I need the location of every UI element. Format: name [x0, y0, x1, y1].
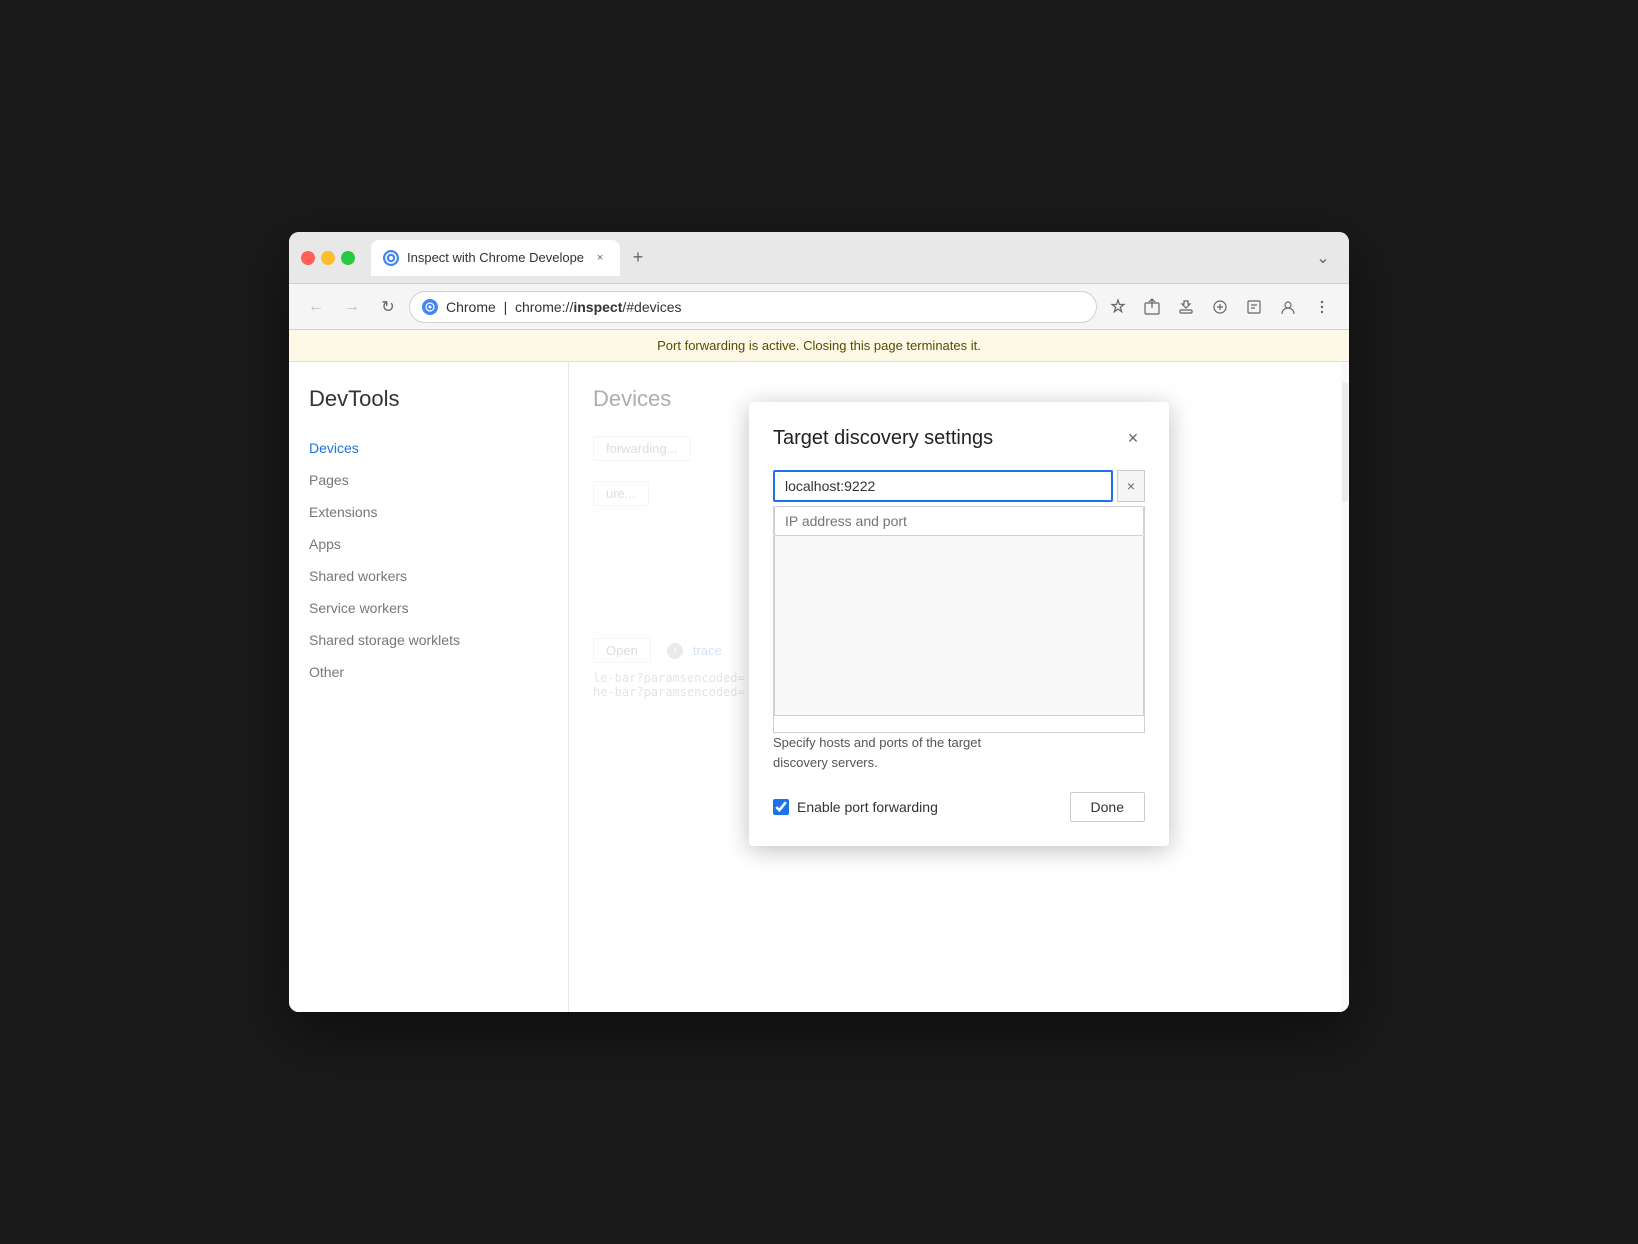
- sidebar-item-other[interactable]: Other: [289, 656, 568, 688]
- dialog-close-button[interactable]: ×: [1121, 426, 1145, 450]
- dialog-footer: Enable port forwarding Done: [773, 792, 1145, 822]
- port-forwarding-text: Port forwarding is active. Closing this …: [657, 338, 981, 353]
- main-panel: Devices forwarding... ure... Open i trac…: [569, 362, 1349, 1012]
- sidebar-title: DevTools: [289, 386, 568, 432]
- close-window-button[interactable]: [301, 251, 315, 265]
- title-bar: Inspect with Chrome Develope × + ⌄: [289, 232, 1349, 284]
- input-clear-button[interactable]: ×: [1117, 470, 1145, 502]
- menu-icon[interactable]: [1307, 292, 1337, 322]
- share-icon[interactable]: [1137, 292, 1167, 322]
- sidebar-item-service-workers[interactable]: Service workers: [289, 592, 568, 624]
- back-button[interactable]: ←: [301, 292, 331, 322]
- sidebar-item-devices[interactable]: Devices: [289, 432, 568, 464]
- extensions-icon[interactable]: [1171, 292, 1201, 322]
- dialog-header: Target discovery settings ×: [773, 426, 1145, 450]
- ip-address-port-input[interactable]: [774, 506, 1144, 536]
- tab-close-button[interactable]: ×: [592, 250, 608, 266]
- done-button[interactable]: Done: [1070, 792, 1145, 822]
- bookmark-icon[interactable]: [1103, 292, 1133, 322]
- sidebar-item-pages[interactable]: Pages: [289, 464, 568, 496]
- dialog-description: Specify hosts and ports of the targetdis…: [773, 733, 1145, 772]
- host-port-input[interactable]: [773, 470, 1113, 502]
- reload-button[interactable]: ↻: [373, 292, 403, 322]
- devtools-beacon-icon[interactable]: [1205, 292, 1235, 322]
- sidebar-item-shared-workers[interactable]: Shared workers: [289, 560, 568, 592]
- minimize-window-button[interactable]: [321, 251, 335, 265]
- tab-favicon: [383, 250, 399, 266]
- content-area: DevTools Devices Pages Extensions Apps S…: [289, 362, 1349, 1012]
- tab-title: Inspect with Chrome Develope: [407, 250, 584, 265]
- secondary-input-container: [773, 506, 1145, 733]
- address-text: Chrome | chrome://inspect/#devices: [446, 299, 682, 315]
- enable-port-forwarding-label[interactable]: Enable port forwarding: [773, 799, 938, 815]
- nav-icons: [1103, 292, 1337, 322]
- traffic-lights: [301, 251, 355, 265]
- tab-overflow-button[interactable]: ⌄: [1309, 244, 1337, 272]
- reading-list-icon[interactable]: [1239, 292, 1269, 322]
- target-discovery-dialog: Target discovery settings × × Specify ho…: [749, 402, 1169, 846]
- sidebar: DevTools Devices Pages Extensions Apps S…: [289, 362, 569, 1012]
- active-tab[interactable]: Inspect with Chrome Develope ×: [371, 240, 620, 276]
- nav-bar: ← → ↻ Chrome | chrome://inspect/#devices: [289, 284, 1349, 330]
- port-forwarding-notice: Port forwarding is active. Closing this …: [289, 330, 1349, 362]
- new-tab-button[interactable]: +: [624, 244, 652, 272]
- input-list-area: [774, 536, 1144, 716]
- sidebar-item-extensions[interactable]: Extensions: [289, 496, 568, 528]
- primary-input-row: ×: [773, 470, 1145, 502]
- sidebar-item-apps[interactable]: Apps: [289, 528, 568, 560]
- address-bar[interactable]: Chrome | chrome://inspect/#devices: [409, 291, 1097, 323]
- forward-button[interactable]: →: [337, 292, 367, 322]
- enable-port-forwarding-checkbox[interactable]: [773, 799, 789, 815]
- address-favicon-icon: [422, 299, 438, 315]
- sidebar-item-shared-storage-worklets[interactable]: Shared storage worklets: [289, 624, 568, 656]
- dialog-backdrop: Target discovery settings × × Specify ho…: [569, 362, 1349, 1012]
- dialog-title: Target discovery settings: [773, 427, 993, 450]
- profile-icon[interactable]: [1273, 292, 1303, 322]
- maximize-window-button[interactable]: [341, 251, 355, 265]
- enable-port-forwarding-text: Enable port forwarding: [797, 799, 938, 815]
- browser-window: Inspect with Chrome Develope × + ⌄ ← → ↻…: [289, 232, 1349, 1012]
- tab-bar: Inspect with Chrome Develope × + ⌄: [371, 240, 1337, 276]
